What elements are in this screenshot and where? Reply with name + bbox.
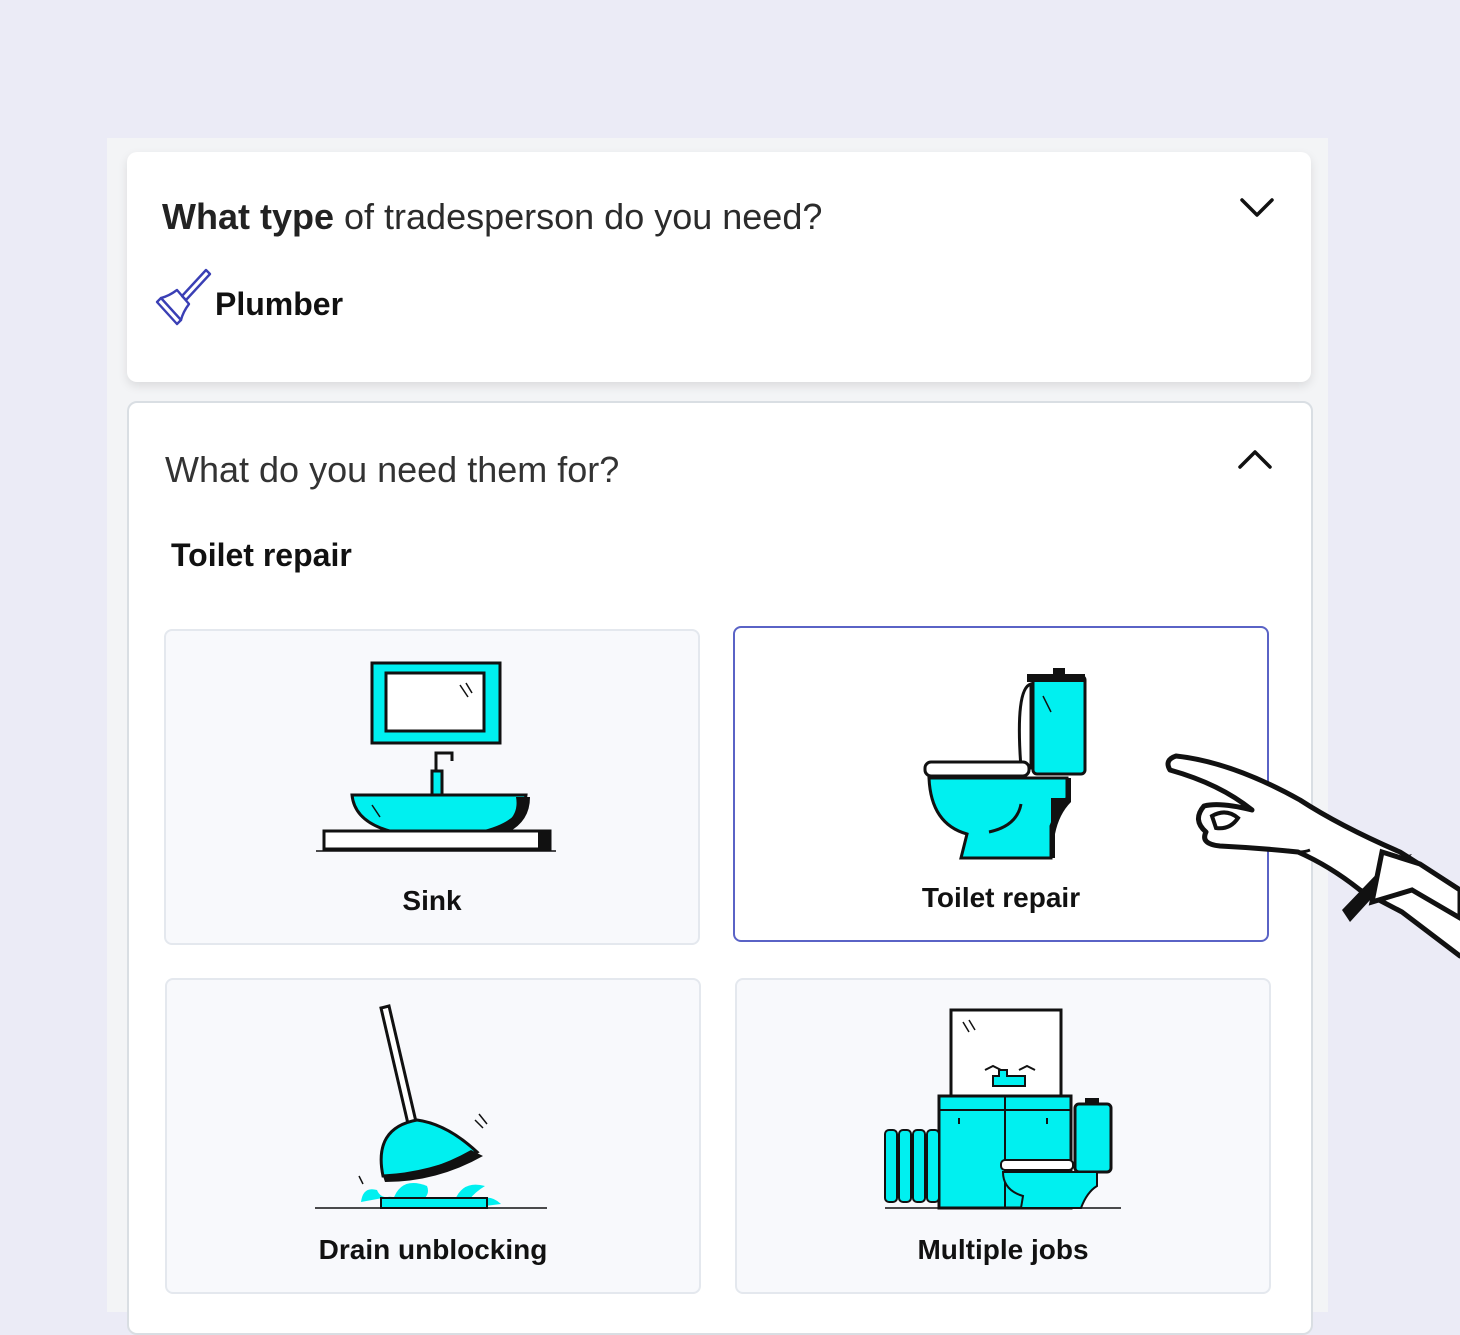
option-drain-unblocking[interactable]: Drain unblocking: [165, 978, 701, 1294]
job-type-card: What do you need them for? Toilet repair…: [127, 401, 1313, 1335]
option-label: Multiple jobs: [917, 1234, 1089, 1265]
chevron-down-icon[interactable]: [1239, 196, 1275, 220]
pointing-hand-icon: [1165, 753, 1460, 959]
tradesperson-question: What type of tradesperson do you need?: [162, 196, 822, 238]
job-question: What do you need them for?: [165, 449, 620, 490]
option-sink[interactable]: Sink: [164, 629, 700, 945]
option-label: Sink: [402, 885, 462, 916]
selected-tradesperson: Plumber: [215, 286, 344, 322]
tradesperson-question-bold: What type: [162, 196, 335, 237]
sink-illustration: [316, 661, 556, 852]
option-multiple-jobs[interactable]: Multiple jobs: [735, 978, 1271, 1294]
option-label: Drain unblocking: [318, 1234, 548, 1265]
tradesperson-type-card[interactable]: What type of tradesperson do you need? P…: [127, 152, 1311, 382]
tradesperson-question-rest: of tradesperson do you need?: [334, 196, 823, 237]
selected-job: Toilet repair: [171, 537, 352, 573]
bathroom-illustration: [884, 1008, 1121, 1210]
chevron-up-icon[interactable]: [1237, 447, 1273, 471]
plunger-icon: [155, 268, 212, 326]
plunger-drain-illustration: [315, 1004, 547, 1209]
